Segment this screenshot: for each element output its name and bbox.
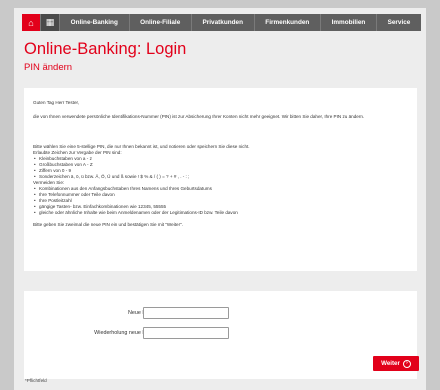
weiter-label: Weiter [381,360,400,367]
page-title: Online-Banking: Login [24,40,187,58]
main-nav: ⌂ ▦ Online-Banking Online-Filiale Privat… [22,14,421,31]
nav-item-online-filiale[interactable]: Online-Filiale [128,14,191,31]
grid-icon[interactable]: ▦ [40,14,59,31]
message-panel: Guten Tag Herr Tester, die von Ihnen ver… [24,88,417,271]
intro-text: die von Ihnen verwendete persönliche Ide… [33,114,365,119]
home-icon[interactable]: ⌂ [22,14,40,31]
new-pin-input[interactable] [143,307,229,319]
pin-form: Neue PIN*: Wiederholung neue PIN*: Weite… [24,291,419,379]
list-item: gleiche oder ähnliche Inhalte wie beim A… [34,210,238,216]
required-note: *Pflichtfeld [25,378,47,383]
nav-item-online-banking[interactable]: Online-Banking [59,14,129,31]
page-subtitle: PIN ändern [24,62,73,73]
chevron-right-icon: › [402,359,411,368]
page-frame: ⌂ ▦ Online-Banking Online-Filiale Privat… [14,8,426,390]
weiter-button[interactable]: Weiter › [373,356,419,371]
closing-text: Bitte geben Sie zweimal die neue PIN ein… [33,222,184,227]
greeting-text: Guten Tag Herr Tester, [33,100,80,105]
nav-item-firmenkunden[interactable]: Firmenkunden [253,14,320,31]
repeat-pin-input[interactable] [143,327,229,339]
nav-item-service[interactable]: Service [375,14,421,31]
nav-item-privatkunden[interactable]: Privatkunden [190,14,254,31]
nav-item-immobilien[interactable]: Immobilien [319,14,376,31]
